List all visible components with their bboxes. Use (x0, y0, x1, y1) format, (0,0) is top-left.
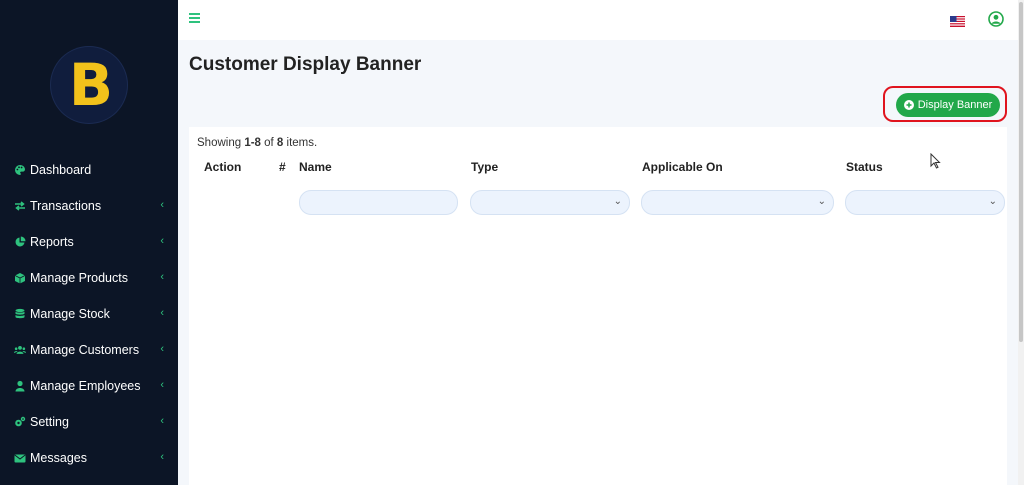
hamburger-menu-icon[interactable] (189, 13, 200, 23)
type-filter-select[interactable]: ⌄ (470, 190, 630, 215)
sidebar-item-label: Dashboard (30, 163, 92, 177)
sidebar-item-manage-products[interactable]: Manage Products ‹ (0, 260, 178, 296)
chevron-left-icon: ‹ (160, 451, 164, 463)
cogs-icon (14, 416, 26, 428)
sidebar-item-messages[interactable]: Messages ‹ (0, 440, 178, 476)
scrollbar-thumb[interactable] (1019, 2, 1023, 342)
brand-logo[interactable]: B (51, 47, 127, 123)
sidebar: B Dashboard Transactions ‹ Reports ‹ Man… (0, 0, 178, 485)
user-profile-icon[interactable] (988, 11, 1004, 27)
name-filter-input[interactable] (299, 190, 458, 215)
sidebar-item-reports[interactable]: Reports ‹ (0, 224, 178, 260)
sidebar-item-transactions[interactable]: Transactions ‹ (0, 188, 178, 224)
chevron-left-icon: ‹ (160, 343, 164, 355)
us-flag-icon[interactable] (950, 14, 965, 27)
sidebar-item-label: Setting (30, 415, 69, 429)
users-icon (14, 344, 26, 356)
sidebar-item-manage-stock[interactable]: Manage Stock ‹ (0, 296, 178, 332)
page-scrollbar[interactable] (1018, 0, 1024, 485)
sidebar-item-label: Reports (30, 235, 74, 249)
logo-letter: B (68, 51, 114, 119)
chevron-left-icon: ‹ (160, 199, 164, 211)
sidebar-item-manage-customers[interactable]: Manage Customers ‹ (0, 332, 178, 368)
column-header-name[interactable]: Name (299, 160, 332, 174)
chevron-down-icon: ⌄ (817, 196, 826, 207)
chevron-down-icon: ⌄ (988, 196, 997, 207)
sidebar-item-manage-employees[interactable]: Manage Employees ‹ (0, 368, 178, 404)
sidebar-item-label: Manage Employees (30, 379, 141, 393)
chevron-left-icon: ‹ (160, 271, 164, 283)
chevron-left-icon: ‹ (160, 379, 164, 391)
sidebar-item-setting[interactable]: Setting ‹ (0, 404, 178, 440)
database-icon (14, 308, 26, 320)
sidebar-item-label: Manage Customers (30, 343, 140, 357)
user-icon (14, 380, 26, 392)
add-display-banner-button[interactable]: Display Banner (896, 93, 1000, 117)
summary-range: 1-8 (244, 137, 261, 149)
column-header-applicable-on[interactable]: Applicable On (642, 160, 723, 174)
chevron-left-icon: ‹ (160, 307, 164, 319)
sidebar-item-label: Manage Products (30, 271, 128, 285)
applicable-on-filter-select[interactable]: ⌄ (641, 190, 834, 215)
sidebar-item-dashboard[interactable]: Dashboard (0, 152, 178, 188)
sidebar-nav: Dashboard Transactions ‹ Reports ‹ Manag… (0, 152, 178, 476)
column-header-number: # (279, 160, 286, 174)
chevron-down-icon: ⌄ (613, 196, 622, 207)
table-summary: Showing 1-8 of 8 items. (197, 137, 317, 149)
sidebar-item-label: Transactions (30, 199, 102, 213)
mouse-cursor-icon (930, 152, 941, 174)
exchange-icon (14, 200, 26, 212)
chevron-left-icon: ‹ (160, 415, 164, 427)
status-filter-select[interactable]: ⌄ (845, 190, 1005, 215)
add-button-label: Display Banner (917, 99, 993, 111)
chevron-left-icon: ‹ (160, 235, 164, 247)
column-header-status[interactable]: Status (846, 160, 883, 174)
column-header-action: Action (204, 160, 242, 174)
pie-chart-icon (14, 236, 26, 248)
top-bar (178, 0, 1018, 40)
page-title: Customer Display Banner (189, 54, 422, 75)
column-header-type[interactable]: Type (471, 160, 498, 174)
sidebar-item-label: Manage Stock (30, 307, 110, 321)
summary-prefix: Showing (197, 137, 245, 149)
palette-icon (14, 164, 26, 176)
sidebar-item-label: Messages (30, 451, 87, 465)
summary-suffix: items. (283, 137, 318, 149)
plus-circle-icon (903, 100, 914, 110)
envelope-icon (14, 452, 26, 464)
banner-table-card: Showing 1-8 of 8 items. Action # Name Ty… (189, 127, 1007, 485)
cube-icon (14, 272, 26, 284)
summary-middle: of (260, 137, 277, 149)
